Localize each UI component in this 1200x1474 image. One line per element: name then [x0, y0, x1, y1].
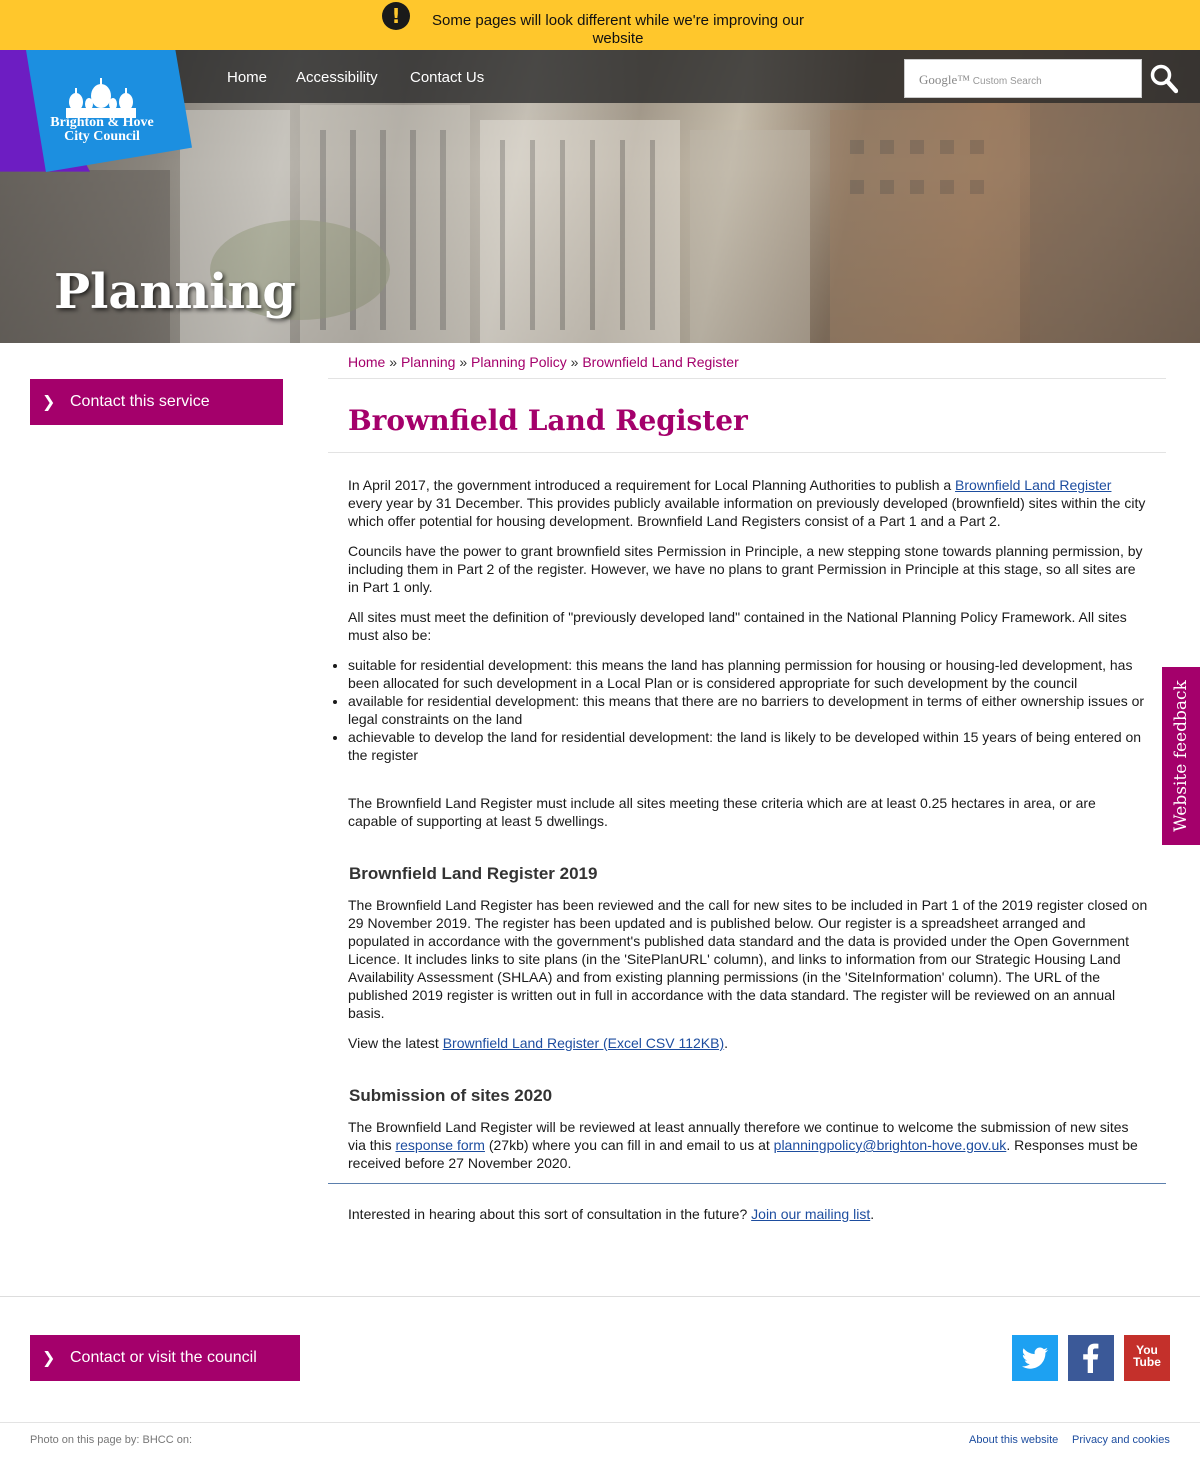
photo-credit: Photo on this page by: BHCC on: [30, 1434, 193, 1446]
search-icon[interactable] [1150, 64, 1178, 94]
hero-banner: Home Accessibility Contact Us Google™ Cu… [0, 50, 1200, 343]
breadcrumb-home[interactable]: Home [348, 354, 385, 370]
page-title: Brownfield Land Register [348, 404, 748, 437]
criteria-list: suitable for residential development: th… [348, 656, 1148, 764]
breadcrumb: Home » Planning » Planning Policy » Brow… [348, 354, 739, 370]
section-heading-2020: Submission of sites 2020 [349, 1086, 553, 1105]
section-heading-2019: Brownfield Land Register 2019 [349, 864, 598, 883]
contact-service-button[interactable]: ❯ Contact this service [30, 379, 283, 425]
email-link[interactable]: planningpolicy@brighton-hove.gov.uk [774, 1137, 1007, 1153]
paragraph-submission: The Brownfield Land Register will be rev… [348, 1119, 1138, 1171]
divider [328, 378, 1166, 379]
list-item: suitable for residential development: th… [348, 656, 1148, 692]
divider [328, 452, 1166, 453]
hero-title: Planning [54, 264, 296, 320]
paragraph-definition: All sites must meet the definition of "p… [348, 609, 1127, 643]
breadcrumb-planning[interactable]: Planning [401, 354, 456, 370]
logo-text: Brighton & Hove City Council [50, 115, 154, 144]
chevron-right-icon: ❯ [42, 394, 56, 411]
facebook-icon[interactable] [1068, 1335, 1114, 1381]
paragraph-permission: Councils have the power to grant brownfi… [348, 543, 1143, 595]
brownfield-register-link[interactable]: Brownfield Land Register [955, 477, 1111, 493]
list-item: achievable to develop the land for resid… [348, 728, 1148, 764]
search-input[interactable]: Google™ Custom Search [904, 59, 1142, 98]
website-feedback-tab[interactable]: Website feedback [1162, 667, 1200, 845]
pavilion-logo-icon[interactable] [62, 76, 140, 118]
youtube-icon[interactable]: You Tube [1124, 1335, 1170, 1381]
paragraph-mailing-list: Interested in hearing about this sort of… [348, 1206, 875, 1222]
nav-home[interactable]: Home [227, 69, 267, 86]
mailing-list-link[interactable]: Join our mailing list [751, 1206, 870, 1222]
paragraph-criteria: The Brownfield Land Register must includ… [348, 795, 1096, 829]
search-placeholder: Google™ Custom Search [919, 72, 1042, 87]
breadcrumb-planning-policy[interactable]: Planning Policy [471, 354, 567, 370]
nav-accessibility[interactable]: Accessibility [296, 69, 378, 86]
privacy-cookies-link[interactable]: Privacy and cookies [1072, 1434, 1170, 1446]
contact-council-button[interactable]: ❯ Contact or visit the council [30, 1335, 300, 1381]
paragraph-view-latest: View the latest Brownfield Land Register… [348, 1035, 729, 1051]
divider [0, 1422, 1200, 1423]
alert-text: Some pages will look different while we'… [432, 12, 804, 47]
breadcrumb-current[interactable]: Brownfield Land Register [582, 354, 738, 370]
about-website-link[interactable]: About this website [969, 1434, 1058, 1446]
exclamation-icon: ! [382, 2, 410, 30]
divider [0, 1296, 1200, 1297]
twitter-icon[interactable] [1012, 1335, 1058, 1381]
list-item: available for residential development: t… [348, 692, 1148, 728]
register-csv-link[interactable]: Brownfield Land Register (Excel CSV 112K… [443, 1035, 724, 1051]
nav-contact-us[interactable]: Contact Us [410, 69, 484, 86]
paragraph-2019: The Brownfield Land Register has been re… [348, 897, 1148, 1021]
alert-banner: ! Some pages will look different while w… [0, 0, 1200, 50]
divider [328, 1183, 1166, 1184]
intro-paragraph: In April 2017, the government introduced… [348, 477, 1146, 529]
response-form-link[interactable]: response form [395, 1137, 484, 1153]
chevron-right-icon: ❯ [42, 1350, 56, 1367]
